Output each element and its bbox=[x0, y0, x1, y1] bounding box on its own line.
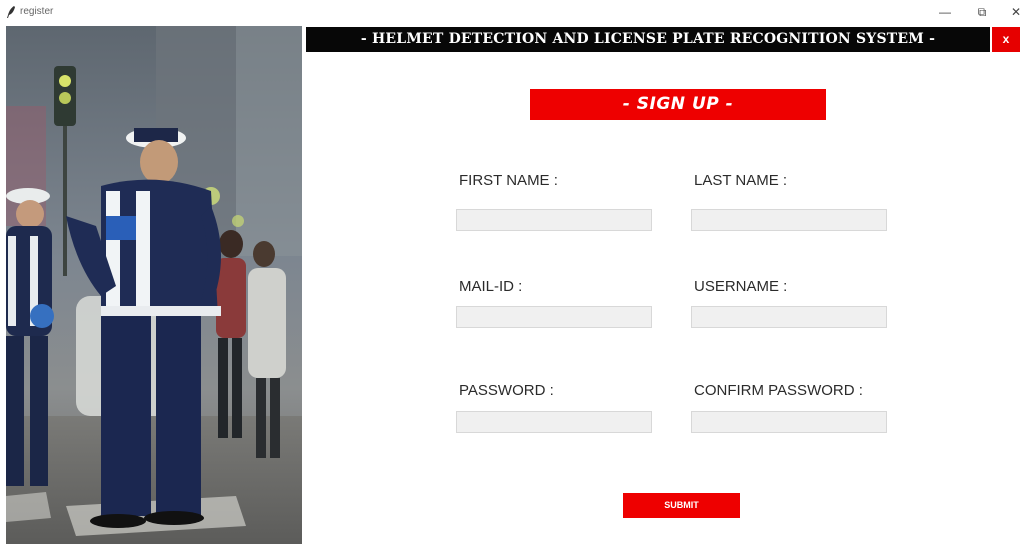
register-window: register — ⧉ ✕ - HELMET DETECTION AND LI… bbox=[0, 0, 1026, 545]
first-name-input[interactable] bbox=[456, 209, 652, 231]
last-name-label: LAST NAME : bbox=[694, 172, 788, 189]
mail-id-input[interactable] bbox=[456, 306, 652, 328]
last-name-input[interactable] bbox=[691, 209, 887, 231]
close-button[interactable]: x bbox=[992, 27, 1020, 52]
username-label: USERNAME : bbox=[694, 278, 788, 295]
confirm-password-label: CONFIRM PASSWORD : bbox=[694, 382, 863, 399]
confirm-password-input[interactable] bbox=[691, 411, 887, 433]
traffic-police-photo bbox=[6, 26, 302, 544]
signup-heading: - SIGN UP - bbox=[530, 89, 826, 120]
system-title-banner: - HELMET DETECTION AND LICENSE PLATE REC… bbox=[306, 27, 990, 52]
window-title: register bbox=[20, 6, 54, 17]
password-label: PASSWORD : bbox=[459, 382, 554, 399]
window-titlebar[interactable]: register — ⧉ ✕ bbox=[0, 0, 1026, 26]
first-name-label: FIRST NAME : bbox=[459, 172, 558, 189]
window-close-button[interactable]: ✕ bbox=[1001, 2, 1026, 22]
password-input[interactable] bbox=[456, 411, 652, 433]
minimize-button[interactable]: — bbox=[930, 2, 960, 22]
feather-icon bbox=[7, 6, 15, 18]
mail-id-label: MAIL-ID : bbox=[459, 278, 523, 295]
submit-button[interactable]: SUBMIT bbox=[623, 493, 740, 518]
username-input[interactable] bbox=[691, 306, 887, 328]
maximize-button[interactable]: ⧉ bbox=[967, 2, 997, 22]
